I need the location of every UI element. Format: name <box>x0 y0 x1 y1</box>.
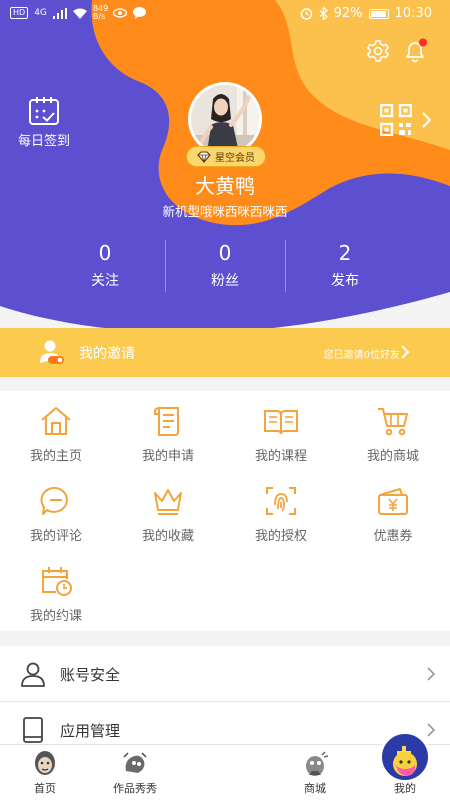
stat-label: 粉丝 <box>211 273 239 289</box>
invite-chevron-right-icon <box>401 345 410 359</box>
book-icon <box>264 410 298 435</box>
app-icon <box>23 717 43 743</box>
grid-item-application[interactable]: 我的申请 <box>112 405 224 464</box>
user-icon <box>21 662 45 687</box>
tab-label: 商城 <box>304 782 326 795</box>
row-label: 应用管理 <box>60 722 121 740</box>
message-icon <box>132 7 146 19</box>
feature-grid: 我的主页 我的申请 我的课程 我的商城 我的评论 我的收藏 我的授权 优惠券 我… <box>0 391 450 631</box>
mall-tab-icon <box>306 751 329 776</box>
cart-icon <box>378 408 408 436</box>
avatar-photo <box>191 85 259 153</box>
stat-fans[interactable]: 0 粉丝 <box>165 240 285 292</box>
calendar-checkin-icon <box>29 97 59 125</box>
grid-item-favorites[interactable]: 我的收藏 <box>112 485 224 544</box>
home-icon <box>41 407 71 435</box>
row-account-security[interactable]: 账号安全 <box>0 646 450 702</box>
stat-posts[interactable]: 2 发布 <box>285 240 405 292</box>
grid-label: 我的约课 <box>29 609 82 624</box>
invite-count: 您已邀请0位好友 <box>323 350 400 361</box>
stat-value: 0 <box>98 241 112 265</box>
application-icon <box>154 407 179 436</box>
checkin-label: 每日签到 <box>17 134 70 149</box>
stat-label: 发布 <box>331 273 359 289</box>
bottom-tab-bar: 首页 作品秀秀 发布 商城 我的 <box>0 731 450 800</box>
settings-gear-icon[interactable] <box>366 39 390 63</box>
profile-header: HD 4G 849 B/s 92% 10:30 每日签到 星空会员 大黄鸭 新机… <box>0 0 450 340</box>
works-tab-icon <box>123 752 147 773</box>
tab-publish[interactable]: 发布 <box>180 731 431 800</box>
grid-label: 优惠券 <box>373 529 413 544</box>
net-speed: 849 B/s <box>92 4 109 21</box>
vip-badge[interactable]: 星空会员 <box>186 146 266 167</box>
alarm-icon <box>300 8 312 20</box>
fingerprint-icon <box>266 487 296 515</box>
grid-item-authorization[interactable]: 我的授权 <box>225 485 337 544</box>
invite-bar[interactable]: 我的邀请 您已邀请0位好友 <box>0 328 450 377</box>
stat-label: 关注 <box>91 273 119 289</box>
grid-item-booking[interactable]: 我的约课 <box>0 565 112 624</box>
home-tab-icon <box>35 751 55 775</box>
status-bar: HD 4G 849 B/s 92% 10:30 <box>0 0 450 28</box>
chevron-right-icon <box>427 667 436 681</box>
stat-value: 0 <box>218 241 232 265</box>
calendar-icon <box>42 567 72 596</box>
grid-item-comment[interactable]: 我的评论 <box>0 485 112 544</box>
username: 大黄鸭 <box>195 174 255 198</box>
comment-icon <box>40 486 68 515</box>
daily-checkin-button[interactable]: 每日签到 <box>14 96 74 149</box>
signal-icon <box>52 7 67 19</box>
bluetooth-icon <box>319 7 328 20</box>
grid-item-coupon[interactable]: 优惠券 <box>337 485 449 544</box>
diamond-icon <box>197 150 211 163</box>
clock: 10:30 <box>394 6 432 21</box>
invite-title: 我的邀请 <box>79 346 135 362</box>
stat-value: 2 <box>338 241 352 265</box>
hd-badge: HD <box>10 7 29 19</box>
tab-label: 发布 <box>214 784 236 797</box>
coupon-icon <box>378 488 408 515</box>
battery-icon <box>368 8 389 19</box>
invite-user-icon <box>40 340 64 364</box>
grid-item-course[interactable]: 我的课程 <box>225 405 337 464</box>
tab-label: 作品秀秀 <box>113 782 157 795</box>
qr-chevron-right-icon[interactable] <box>420 111 432 129</box>
notification-bell-icon[interactable] <box>402 38 428 64</box>
crown-icon <box>154 489 182 515</box>
chevron-right-icon <box>427 723 436 737</box>
avatar[interactable] <box>188 82 262 156</box>
row-label: 账号安全 <box>60 666 121 684</box>
vip-badge-label: 星空会员 <box>215 153 255 164</box>
grid-label: 我的申请 <box>141 449 194 464</box>
stats-row: 0 关注 0 粉丝 2 发布 <box>45 240 405 292</box>
grid-label: 我的授权 <box>254 529 307 544</box>
eye-icon <box>112 8 127 18</box>
grid-label: 我的评论 <box>29 529 82 544</box>
wifi-icon <box>72 8 87 19</box>
grid-item-mall[interactable]: 我的商城 <box>337 405 449 464</box>
battery-percent: 92% <box>333 6 363 21</box>
grid-label: 我的主页 <box>29 449 82 464</box>
tab-home[interactable]: 首页 <box>0 745 90 800</box>
tab-mine[interactable]: 我的 <box>360 745 450 800</box>
stat-following[interactable]: 0 关注 <box>45 240 165 292</box>
tab-label: 首页 <box>34 782 56 795</box>
mine-tab-icon <box>393 752 417 776</box>
qr-code-icon[interactable] <box>380 104 412 136</box>
grid-label: 我的收藏 <box>141 529 194 544</box>
tab-works[interactable]: 作品秀秀 <box>90 745 180 800</box>
tab-mall[interactable]: 商城 <box>270 745 360 800</box>
user-signature: 新机型哦咪西咪西咪西 <box>162 204 288 219</box>
grid-label: 我的课程 <box>254 449 307 464</box>
signal-type: 4G <box>34 8 47 18</box>
tab-label: 我的 <box>394 782 416 795</box>
profile-screen: HD 4G 849 B/s 92% 10:30 每日签到 星空会员 大黄鸭 新机… <box>0 0 450 800</box>
grid-item-home[interactable]: 我的主页 <box>0 405 112 464</box>
grid-label: 我的商城 <box>366 449 419 464</box>
